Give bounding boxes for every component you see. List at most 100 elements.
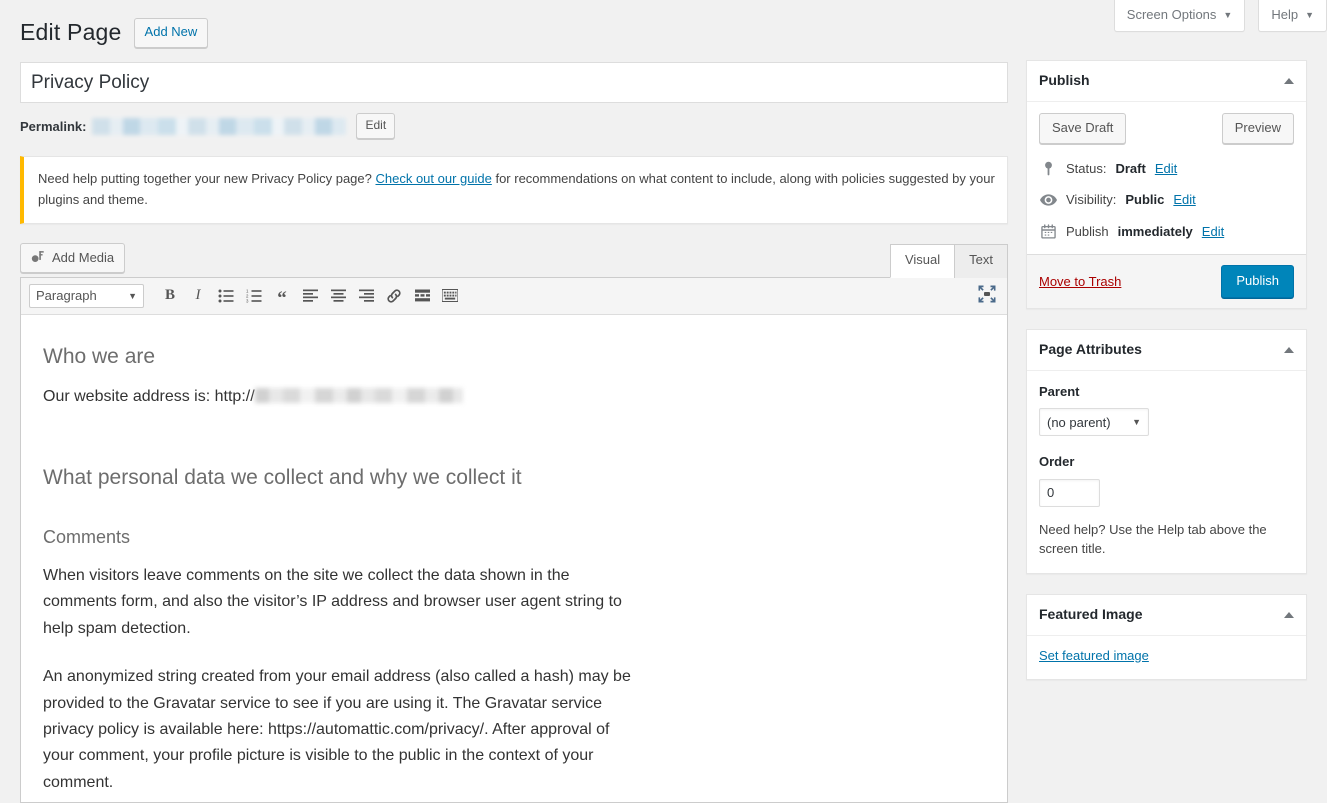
align-right-button[interactable] xyxy=(353,283,379,309)
set-featured-image-link[interactable]: Set featured image xyxy=(1039,648,1149,663)
main-column: Permalink: Edit Need help putting togeth… xyxy=(20,62,1008,803)
status-row: Status: Draft Edit xyxy=(1039,154,1294,186)
help-label: Help xyxy=(1271,7,1299,22)
post-title-input[interactable] xyxy=(20,62,1008,103)
publish-box-title: Publish xyxy=(1039,72,1090,88)
format-select-value: Paragraph xyxy=(36,288,97,304)
italic-label: I xyxy=(195,287,201,304)
page-attributes-help-text: Need help? Use the Help tab above the sc… xyxy=(1039,521,1267,557)
help-button[interactable]: Help ▼ xyxy=(1258,0,1327,33)
page-title: Edit Page xyxy=(20,19,122,45)
order-input[interactable] xyxy=(1039,478,1100,507)
bulleted-list-button[interactable] xyxy=(213,283,239,309)
eye-icon xyxy=(1039,194,1057,206)
tab-text[interactable]: Text xyxy=(954,244,1008,278)
page-attributes-box: Page Attributes Parent (no parent) ▼ Ord… xyxy=(1026,329,1307,574)
editor-top-bar: Add Media Visual Text xyxy=(20,242,1008,278)
content-paragraph-gravatar: An anonymized string created from your e… xyxy=(43,668,631,791)
edit-visibility-link[interactable]: Edit xyxy=(1173,190,1195,210)
content-heading-what-data: What personal data we collect and why we… xyxy=(43,466,522,490)
featured-image-box: Featured Image Set featured image xyxy=(1026,593,1307,680)
screen-meta-links: Screen Options ▼ Help ▼ xyxy=(1113,0,1327,33)
parent-select-value: (no parent) xyxy=(1047,414,1111,430)
numbered-list-button[interactable]: 1 2 3 xyxy=(241,283,267,309)
order-label: Order xyxy=(1039,454,1075,470)
chevron-down-icon: ▼ xyxy=(1132,417,1141,428)
schedule-value: immediately xyxy=(1117,223,1193,239)
add-media-button[interactable]: Add Media xyxy=(20,242,126,274)
privacy-policy-notice: Need help putting together your new Priv… xyxy=(20,156,1008,224)
toolbar-toggle-button[interactable] xyxy=(437,283,463,309)
blockquote-button[interactable]: “ xyxy=(269,283,295,309)
calendar-icon xyxy=(1039,224,1057,239)
add-new-button[interactable]: Add New xyxy=(133,18,209,48)
chevron-down-icon: ▼ xyxy=(1223,9,1233,20)
status-label: Status: xyxy=(1066,160,1107,176)
screen-options-button[interactable]: Screen Options ▼ xyxy=(1113,0,1246,33)
insert-link-button[interactable] xyxy=(381,283,407,309)
page-attributes-header[interactable]: Page Attributes xyxy=(1027,330,1306,371)
schedule-row: Publish immediately Edit xyxy=(1039,217,1294,249)
website-prefix-text: Our website address is: http:// xyxy=(43,387,255,405)
parent-select[interactable]: (no parent) ▼ xyxy=(1039,408,1149,437)
format-select[interactable]: Paragraph ▼ xyxy=(29,283,144,308)
publish-box-header[interactable]: Publish xyxy=(1027,61,1306,102)
content-heading-who-we-are: Who we are xyxy=(43,344,156,368)
permalink-url-redacted[interactable] xyxy=(92,117,347,135)
italic-button[interactable]: I xyxy=(185,283,211,309)
publish-minor-actions: Save Draft Preview xyxy=(1027,102,1306,154)
editor-container: Paragraph ▼ B I 1 2 3 “ Who we are Our w… xyxy=(20,276,1008,803)
admin-page: Screen Options ▼ Help ▼ Edit Page Add Ne… xyxy=(0,0,1327,803)
screen-options-label: Screen Options xyxy=(1126,7,1217,22)
page-attributes-title: Page Attributes xyxy=(1039,341,1142,358)
visibility-value: Public xyxy=(1125,192,1165,208)
content-paragraph-comments: When visitors leave comments on the site… xyxy=(43,566,622,637)
preview-button[interactable]: Preview xyxy=(1221,112,1294,144)
svg-text:3: 3 xyxy=(246,298,249,302)
pin-icon xyxy=(1039,161,1057,176)
publish-major-actions: Move to Trash Publish xyxy=(1027,254,1306,309)
notice-text-before: Need help putting together your new Priv… xyxy=(38,171,376,186)
align-center-button[interactable] xyxy=(325,283,351,309)
permalink-label: Permalink: xyxy=(20,118,87,134)
chevron-up-icon[interactable] xyxy=(1284,611,1294,618)
publish-button[interactable]: Publish xyxy=(1221,265,1294,299)
parent-label: Parent xyxy=(1039,383,1080,399)
content-heading-comments: Comments xyxy=(43,526,131,547)
read-more-button[interactable] xyxy=(409,283,435,309)
chevron-down-icon: ▼ xyxy=(128,290,137,301)
move-to-trash-link[interactable]: Move to Trash xyxy=(1039,274,1121,289)
bold-label: B xyxy=(164,287,175,304)
align-left-button[interactable] xyxy=(297,283,323,309)
media-icon xyxy=(30,249,46,265)
bold-button[interactable]: B xyxy=(157,283,183,309)
schedule-label: Publish xyxy=(1066,223,1109,239)
featured-image-header[interactable]: Featured Image xyxy=(1027,595,1306,636)
publish-misc-actions: Status: Draft Edit Visibility: Public Ed… xyxy=(1027,154,1306,255)
chevron-up-icon[interactable] xyxy=(1284,77,1294,84)
sidebar-column: Publish Save Draft Preview Status: Draft… xyxy=(1026,60,1307,700)
visibility-label: Visibility: xyxy=(1066,192,1117,208)
visibility-row: Visibility: Public Edit xyxy=(1039,185,1294,217)
edit-schedule-link[interactable]: Edit xyxy=(1202,222,1224,242)
editor-toolbar: Paragraph ▼ B I 1 2 3 “ xyxy=(21,277,1007,315)
editor-mode-tabs: Visual Text xyxy=(889,244,1008,278)
website-url-redacted xyxy=(254,387,463,403)
status-value: Draft xyxy=(1115,160,1146,176)
distraction-free-writing-icon[interactable] xyxy=(977,284,997,309)
add-media-label: Add Media xyxy=(52,249,115,265)
editor-content-area[interactable]: Who we are Our website address is: http:… xyxy=(21,315,1007,802)
featured-image-title: Featured Image xyxy=(1039,605,1143,622)
page-attributes-body: Parent (no parent) ▼ Order Need help? Us… xyxy=(1027,371,1306,573)
featured-image-body: Set featured image xyxy=(1027,636,1306,679)
save-draft-button[interactable]: Save Draft xyxy=(1039,112,1127,144)
chevron-up-icon[interactable] xyxy=(1284,347,1294,354)
publish-box: Publish Save Draft Preview Status: Draft… xyxy=(1026,60,1307,310)
check-out-guide-link[interactable]: Check out our guide xyxy=(375,171,491,186)
edit-permalink-button[interactable]: Edit xyxy=(356,112,396,140)
tab-visual[interactable]: Visual xyxy=(889,244,956,278)
edit-status-link[interactable]: Edit xyxy=(1155,159,1177,179)
content-paragraph-website: Our website address is: http:// xyxy=(43,384,643,410)
page-header: Edit Page Add New xyxy=(20,18,209,48)
permalink-row: Permalink: Edit xyxy=(20,112,1008,140)
